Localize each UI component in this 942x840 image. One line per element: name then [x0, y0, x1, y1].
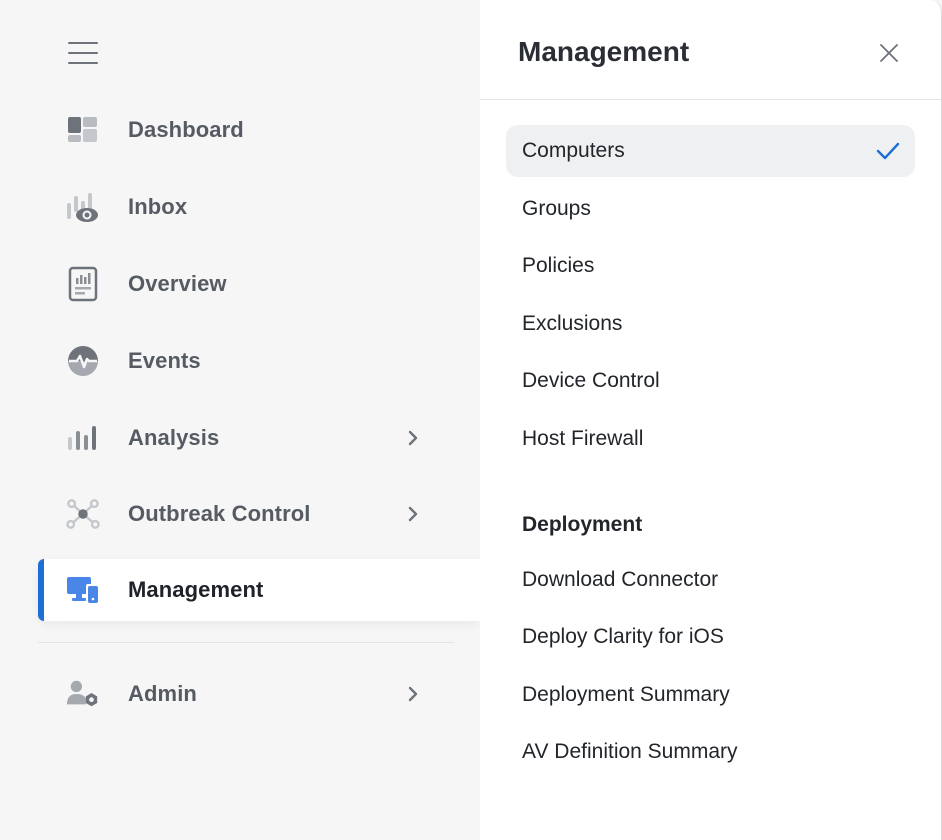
sidebar-divider [38, 642, 454, 643]
chevron-right-icon [408, 430, 418, 446]
management-devices-icon [66, 573, 100, 607]
menu-item-label: Exclusions [522, 312, 623, 335]
sidebar-item-label: Inbox [128, 194, 188, 219]
sidebar-item-label: Dashboard [128, 117, 244, 142]
menu-item-label: Device Control [522, 369, 660, 392]
sidebar-item-label: Outbreak Control [128, 501, 311, 526]
outbreak-network-icon [66, 497, 100, 531]
section-header-deployment: Deployment [522, 513, 643, 536]
menu-item-computers[interactable]: Computers [506, 125, 915, 177]
sidebar-item-label: Overview [128, 271, 227, 296]
chevron-right-icon [408, 686, 418, 702]
sidebar-item-dashboard[interactable]: Dashboard [38, 99, 480, 161]
inbox-eye-icon [66, 190, 100, 224]
menu-item-label: Deployment Summary [522, 683, 730, 706]
dashboard-icon [66, 113, 100, 147]
sidebar-item-events[interactable]: Events [38, 330, 480, 392]
menu-item-host-firewall[interactable]: Host Firewall [506, 413, 915, 465]
menu-item-deploy-clarity-ios[interactable]: Deploy Clarity for iOS [506, 611, 915, 663]
sidebar-item-inbox[interactable]: Inbox [38, 176, 480, 238]
panel-title: Management [518, 36, 690, 67]
menu-item-label: Host Firewall [522, 427, 644, 450]
events-pulse-icon [66, 344, 100, 378]
menu-item-exclusions[interactable]: Exclusions [506, 298, 915, 350]
analysis-bars-icon [66, 421, 100, 455]
hamburger-icon[interactable] [68, 42, 98, 64]
menu-item-download-connector[interactable]: Download Connector [506, 554, 915, 606]
menu-item-deployment-summary[interactable]: Deployment Summary [506, 669, 915, 721]
management-flyout-panel: Management Computers Groups Policies Exc… [480, 0, 942, 840]
sidebar-item-admin[interactable]: Admin [38, 663, 480, 725]
menu-item-label: Deploy Clarity for iOS [522, 625, 724, 648]
panel-divider [480, 99, 941, 100]
menu-item-label: Download Connector [522, 568, 719, 591]
sidebar-item-outbreak-control[interactable]: Outbreak Control [38, 483, 480, 545]
sidebar-item-overview[interactable]: Overview [38, 253, 480, 315]
menu-item-policies[interactable]: Policies [506, 240, 915, 292]
menu-item-label: Policies [522, 254, 595, 277]
sidebar-item-label: Analysis [128, 425, 220, 450]
sidebar-item-label: Management [128, 577, 264, 602]
checkmark-icon [876, 142, 900, 160]
menu-item-label: AV Definition Summary [522, 740, 738, 763]
hamburger-line [68, 52, 98, 54]
menu-item-label: Groups [522, 197, 591, 220]
menu-item-av-definition-summary[interactable]: AV Definition Summary [506, 726, 915, 778]
menu-item-label: Computers [522, 139, 625, 162]
close-icon[interactable] [876, 40, 902, 66]
sidebar-item-label: Admin [128, 681, 197, 706]
overview-report-icon [66, 266, 100, 302]
sidebar-item-label: Events [128, 348, 201, 373]
admin-user-gear-icon [66, 677, 100, 711]
chevron-right-icon [408, 506, 418, 522]
sidebar-item-analysis[interactable]: Analysis [38, 407, 480, 469]
sidebar: Dashboard Inbox Overview Events Analysis… [0, 0, 480, 840]
menu-item-device-control[interactable]: Device Control [506, 355, 915, 407]
hamburger-line [68, 42, 98, 44]
menu-item-groups[interactable]: Groups [506, 183, 915, 235]
sidebar-item-management[interactable]: Management [38, 559, 480, 621]
hamburger-line [68, 62, 98, 64]
